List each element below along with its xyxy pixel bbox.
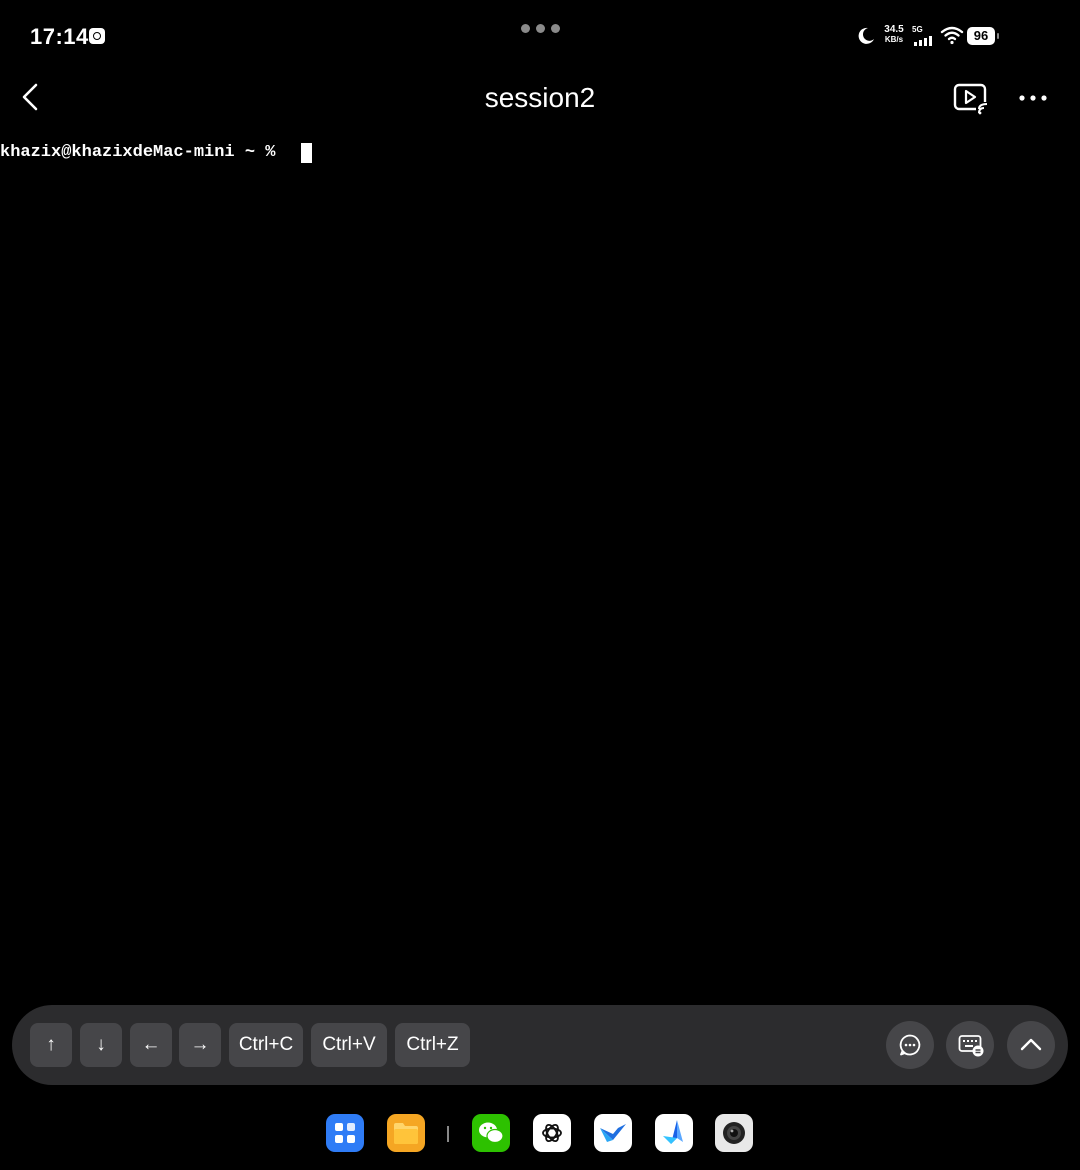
terminal-area[interactable]: khazix@khazixdeMac-mini ~ % [0, 138, 1080, 998]
keyboard-button[interactable] [946, 1021, 994, 1069]
key-arrow-left[interactable]: ← [130, 1023, 172, 1067]
status-bar: 17:14 34.5 KB/s 5G 96 [0, 0, 1080, 70]
net-speed-value: 34.5 [884, 24, 904, 35]
signal-icon [914, 36, 932, 46]
battery-icon: 96 [967, 27, 999, 45]
arrow-app-icon[interactable] [655, 1114, 693, 1152]
keyboard-icon [958, 1035, 984, 1057]
expand-button[interactable] [1007, 1021, 1055, 1069]
chat-button[interactable] [886, 1021, 934, 1069]
bird-app-icon[interactable] [594, 1114, 632, 1152]
camera-icon[interactable] [715, 1114, 753, 1152]
app-grid-icon[interactable] [326, 1114, 364, 1152]
key-arrow-down[interactable]: ↓ [80, 1023, 122, 1067]
network-type: 5G [912, 25, 923, 34]
dock [0, 1110, 1080, 1158]
terminal-cursor [301, 143, 312, 163]
wifi-icon [940, 26, 964, 45]
wechat-icon[interactable] [472, 1114, 510, 1152]
chevron-up-icon [1020, 1038, 1042, 1051]
moon-icon [858, 27, 874, 44]
terminal-prompt: khazix@khazixdeMac-mini ~ % [0, 143, 286, 162]
status-time: 17:14 [30, 24, 89, 49]
more-icon[interactable] [1016, 88, 1050, 108]
chatgpt-icon[interactable] [533, 1114, 571, 1152]
chat-icon [899, 1034, 921, 1056]
dock-divider [447, 1126, 449, 1142]
key-ctrl-z[interactable]: Ctrl+Z [395, 1023, 470, 1067]
page-title: session2 [484, 82, 596, 113]
key-ctrl-v[interactable]: Ctrl+V [311, 1023, 387, 1067]
key-arrow-up[interactable]: ↑ [30, 1023, 72, 1067]
key-toolbar: ↑ ↓ ← → Ctrl+C Ctrl+V Ctrl+Z [12, 1005, 1068, 1085]
notification-icon [89, 28, 105, 44]
key-ctrl-c[interactable]: Ctrl+C [229, 1023, 303, 1067]
net-speed: 34.5 KB/s [880, 25, 908, 45]
multiwindow-handle[interactable] [521, 24, 560, 33]
files-icon[interactable] [387, 1114, 425, 1152]
key-arrow-right[interactable]: → [179, 1023, 221, 1067]
net-speed-unit: KB/s [884, 35, 904, 44]
cast-icon[interactable] [952, 82, 990, 116]
